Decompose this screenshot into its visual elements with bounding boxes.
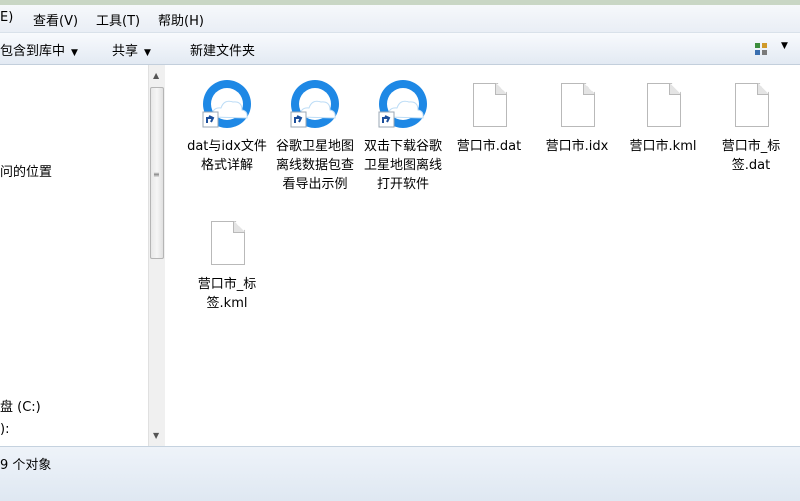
share-label: 共享 xyxy=(112,44,139,59)
app-icon xyxy=(290,80,339,128)
menu-view[interactable]: 查看(V) xyxy=(33,10,78,29)
command-bar: 包含到库中 ▼ 共享 ▼ 新建文件夹 ▼ xyxy=(0,33,800,65)
file-item[interactable]: 营口市.dat xyxy=(449,81,529,156)
file-icon xyxy=(647,83,681,127)
file-item[interactable]: dat与idx文件格式详解 xyxy=(187,77,267,175)
file-item[interactable]: 谷歌卫星地图离线数据包查看导出示例 xyxy=(275,77,355,194)
include-library-button[interactable]: 包含到库中 ▼ xyxy=(0,40,78,59)
share-button[interactable]: 共享 ▼ xyxy=(112,40,151,59)
file-icon xyxy=(561,83,595,127)
file-name: 营口市.dat xyxy=(456,139,522,154)
change-view-icon[interactable] xyxy=(752,40,778,58)
file-name: dat与idx文件格式详解 xyxy=(187,139,267,173)
file-item[interactable]: 营口市_标签.kml xyxy=(187,219,267,313)
file-icon xyxy=(211,221,245,265)
app-icon xyxy=(378,80,427,128)
file-item[interactable]: 营口市.idx xyxy=(537,81,617,156)
file-icon xyxy=(473,83,507,127)
file-name: 营口市_标签.kml xyxy=(197,277,257,311)
nav-item-disk-c[interactable]: 盘 (C:) xyxy=(0,396,41,415)
scroll-up-icon[interactable]: ▲ xyxy=(153,71,159,80)
file-name: 谷歌卫星地图离线数据包查看导出示例 xyxy=(275,139,354,192)
chevron-down-icon: ▼ xyxy=(71,48,78,58)
menu-bar: E) 查看(V) 工具(T) 帮助(H) xyxy=(0,5,800,33)
menu-tools[interactable]: 工具(T) xyxy=(96,10,140,29)
file-icon xyxy=(735,83,769,127)
file-item[interactable]: 双击下载谷歌卫星地图离线打开软件 xyxy=(363,77,443,194)
grip-icon: ≡ xyxy=(153,170,160,179)
chevron-down-icon[interactable]: ▼ xyxy=(781,41,788,51)
file-item[interactable]: 营口市.kml xyxy=(623,81,703,156)
status-bar: 9 个对象 xyxy=(0,446,800,501)
include-library-label: 包含到库中 xyxy=(0,44,66,59)
new-folder-button[interactable]: 新建文件夹 xyxy=(190,40,255,59)
menu-help[interactable]: 帮助(H) xyxy=(158,10,204,29)
scroll-down-icon[interactable]: ▼ xyxy=(153,431,159,440)
file-name: 营口市_标签.dat xyxy=(721,139,781,173)
item-count: 9 个对象 xyxy=(0,458,52,473)
file-list: dat与idx文件格式详解 谷歌卫星地图离线数据包查看导出示例 双击下载谷歌卫星 xyxy=(165,65,800,446)
menu-edit[interactable]: E) xyxy=(0,10,13,25)
app-icon xyxy=(202,80,251,128)
nav-scrollbar[interactable]: ▲ ≡ ▼ xyxy=(148,65,166,446)
file-item[interactable]: 营口市_标签.dat xyxy=(711,81,791,175)
file-name: 营口市.idx xyxy=(545,139,609,154)
chevron-down-icon: ▼ xyxy=(144,48,151,58)
nav-item-location[interactable]: 问的位置 xyxy=(0,161,52,180)
file-name: 双击下载谷歌卫星地图离线打开软件 xyxy=(363,139,442,192)
navigation-pane: 问的位置 盘 (C:) ): xyxy=(0,65,148,446)
file-name: 营口市.kml xyxy=(629,139,697,154)
nav-item-disk-d[interactable]: ): xyxy=(0,422,9,437)
